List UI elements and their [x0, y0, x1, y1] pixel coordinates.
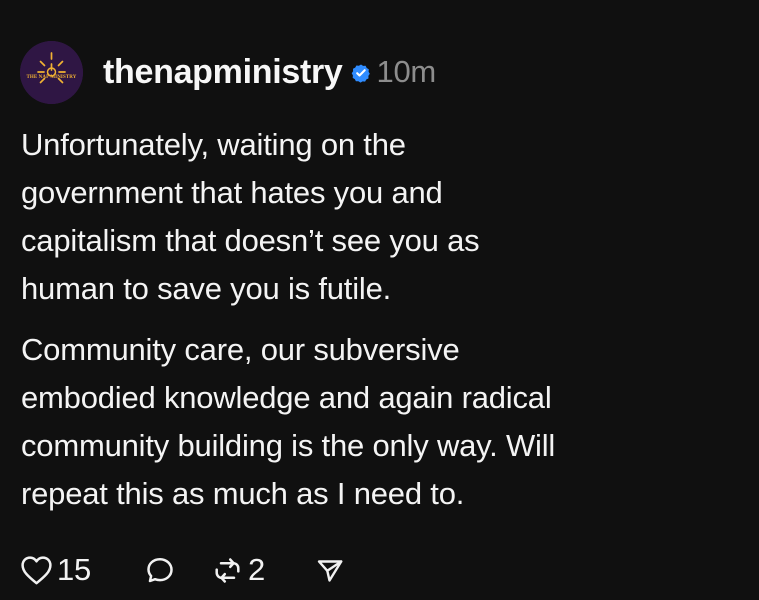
- timestamp[interactable]: 10m: [377, 52, 437, 92]
- send-icon: [317, 559, 343, 582]
- body-line: Community care, our subversive: [21, 332, 460, 367]
- post-actions: 15 2: [20, 550, 380, 590]
- like-count: 15: [57, 552, 92, 587]
- repost-icon: [215, 557, 240, 583]
- share-button[interactable]: [314, 550, 347, 590]
- avatar-label: THE NAP MINISTRY: [26, 75, 77, 80]
- reply-button[interactable]: [144, 550, 176, 590]
- sunburst-icon: [20, 41, 83, 104]
- post-header: thenapministry 10m: [103, 52, 436, 92]
- heart-icon: [21, 555, 52, 584]
- body-line: capitalism that doesn’t see you as: [21, 223, 480, 258]
- repost-button[interactable]: 2: [211, 550, 265, 590]
- repost-count: 2: [248, 552, 266, 587]
- body-line: government that hates you and: [21, 175, 443, 210]
- body-line: embodied knowledge and again radical: [21, 380, 552, 415]
- body-line: repeat this as much as I need to.: [21, 476, 465, 511]
- body-line: human to save you is futile.: [21, 271, 392, 306]
- verified-badge-icon: [351, 64, 370, 83]
- body-paragraph-1: Unfortunately, waiting on the government…: [21, 121, 746, 313]
- avatar[interactable]: THE NAP MINISTRY: [20, 41, 83, 104]
- body-line: Unfortunately, waiting on the: [21, 127, 406, 162]
- like-button[interactable]: 15: [20, 550, 91, 590]
- username[interactable]: thenapministry: [103, 52, 343, 92]
- body-paragraph-2: Community care, our subversive embodied …: [21, 326, 746, 518]
- speech-bubble-icon: [147, 557, 173, 582]
- post-card: THE NAP MINISTRY thenapministry 10m Unfo…: [0, 0, 759, 600]
- post-body: Unfortunately, waiting on the government…: [21, 121, 746, 518]
- body-line: community building is the only way. Will: [21, 428, 556, 463]
